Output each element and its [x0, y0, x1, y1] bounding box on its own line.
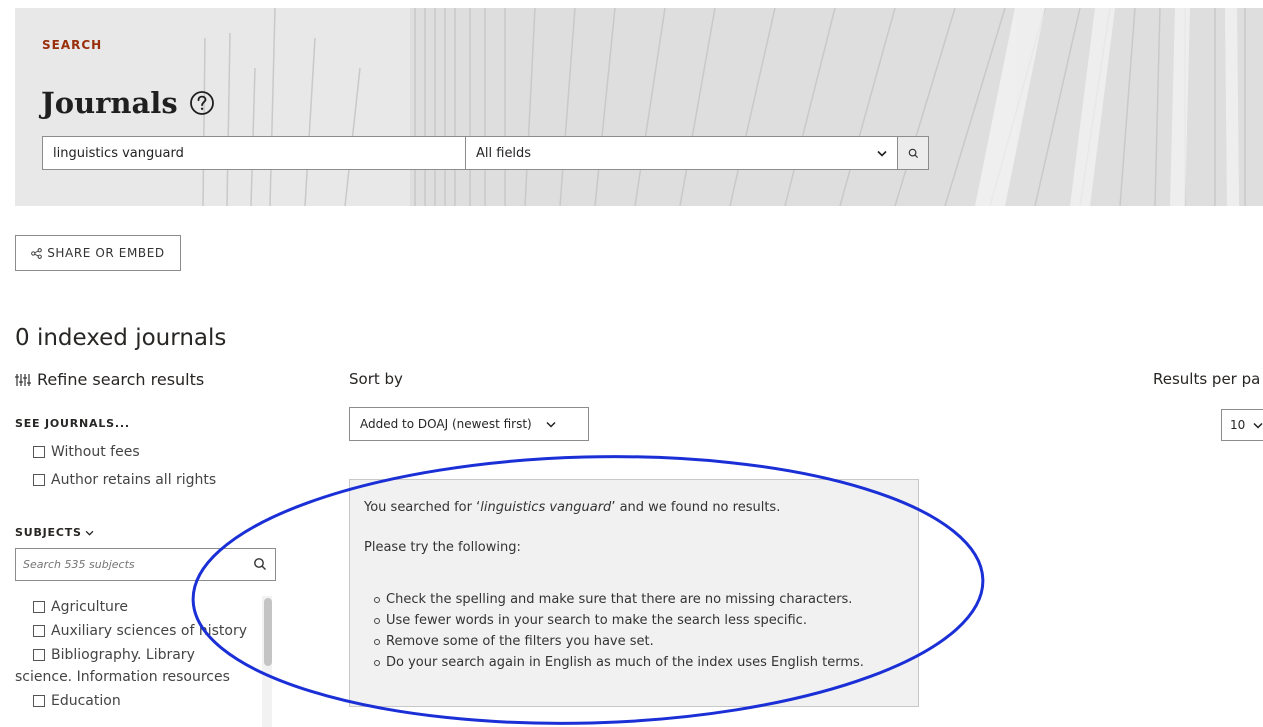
- subject-label-continued: science. Information resources: [15, 669, 230, 685]
- subject-search-input[interactable]: [16, 549, 246, 580]
- subjects-heading: SUBJECTS: [15, 526, 82, 539]
- search-icon: [908, 148, 918, 158]
- suggestion-text: Use fewer words in your search to make t…: [386, 613, 807, 628]
- bullet-icon: [374, 659, 380, 666]
- subject-list: Agriculture Auxiliary sciences of histor…: [15, 596, 260, 712]
- filter-author-retains-rights[interactable]: Author retains all rights: [33, 472, 216, 488]
- share-icon: [31, 247, 43, 259]
- subject-label: Auxiliary sciences of history: [51, 623, 247, 639]
- chevron-down-icon: [1253, 422, 1263, 429]
- help-icon[interactable]: [188, 89, 216, 117]
- subject-label: Agriculture: [51, 599, 128, 615]
- suggestion-item: Remove some of the filters you have set.: [374, 631, 904, 652]
- results-per-page-label: Results per pa: [1153, 370, 1261, 388]
- checkbox[interactable]: [33, 446, 45, 458]
- chevron-down-icon: [546, 421, 556, 428]
- filter-label: Author retains all rights: [51, 472, 217, 488]
- message-prefix: You searched for ‘: [364, 500, 481, 515]
- subject-item[interactable]: Bibliography. Library science. Informati…: [15, 644, 260, 688]
- subject-search-box: [15, 548, 276, 581]
- search-field-select-value: All fields: [476, 145, 532, 161]
- subject-scrollbar[interactable]: [264, 598, 272, 666]
- share-embed-button[interactable]: SHARE OR EMBED: [15, 235, 181, 271]
- subject-label: Bibliography. Library: [51, 647, 195, 663]
- suggestion-item: Do your search again in English as much …: [374, 652, 904, 673]
- refine-heading: Refine search results: [15, 370, 204, 389]
- suggestion-text: Do your search again in English as much …: [386, 655, 864, 670]
- results-per-page-select[interactable]: 10: [1221, 409, 1263, 441]
- sort-select-value: Added to DOAJ (newest first): [360, 417, 532, 431]
- subject-item[interactable]: Education: [15, 690, 260, 712]
- see-journals-heading: SEE JOURNALS...: [15, 417, 130, 430]
- subjects-toggle[interactable]: SUBJECTS: [15, 526, 94, 539]
- search-input[interactable]: [42, 136, 466, 170]
- filter-without-fees[interactable]: Without fees: [33, 444, 140, 460]
- no-results-panel: You searched for ‘linguistics vanguard’ …: [349, 479, 919, 707]
- chevron-down-icon: [85, 530, 94, 536]
- suggestions-intro: Please try the following:: [364, 540, 521, 555]
- sliders-icon: [15, 373, 31, 386]
- page-title-text: Journals: [41, 86, 178, 120]
- chevron-down-icon: [877, 150, 887, 157]
- no-results-message: You searched for ‘linguistics vanguard’ …: [364, 499, 904, 517]
- page-kicker: SEARCH: [42, 38, 103, 52]
- suggestion-text: Remove some of the filters you have set.: [386, 634, 654, 649]
- hero-banner: SEARCH Journals All fields: [15, 8, 1263, 206]
- searched-query: linguistics vanguard: [480, 500, 612, 515]
- suggestion-item: Check the spelling and make sure that th…: [374, 589, 904, 610]
- suggestions-list: Check the spelling and make sure that th…: [364, 589, 904, 673]
- subject-item[interactable]: Agriculture: [15, 596, 260, 618]
- sort-select[interactable]: Added to DOAJ (newest first): [349, 407, 589, 441]
- checkbox[interactable]: [33, 601, 45, 613]
- page-title: Journals: [41, 86, 216, 120]
- checkbox[interactable]: [33, 625, 45, 637]
- journal-search-bar: All fields: [42, 136, 929, 170]
- refine-label: Refine search results: [37, 370, 205, 389]
- search-icon[interactable]: [253, 557, 267, 571]
- suggestion-item: Use fewer words in your search to make t…: [374, 610, 904, 631]
- bullet-icon: [374, 617, 380, 624]
- checkbox[interactable]: [33, 695, 45, 707]
- results-per-page-value: 10: [1230, 418, 1246, 432]
- message-suffix: ’ and we found no results.: [611, 500, 781, 515]
- subject-item[interactable]: Auxiliary sciences of history: [15, 620, 260, 642]
- results-count: 0 indexed journals: [15, 325, 227, 351]
- suggestion-text: Check the spelling and make sure that th…: [386, 592, 853, 607]
- bullet-icon: [374, 596, 380, 603]
- sort-label: Sort by: [349, 370, 403, 388]
- filter-label: Without fees: [51, 444, 140, 460]
- checkbox[interactable]: [33, 474, 45, 486]
- subject-label: Education: [51, 693, 121, 709]
- search-button[interactable]: [898, 136, 929, 170]
- share-embed-label: SHARE OR EMBED: [47, 246, 165, 260]
- search-field-select[interactable]: All fields: [466, 136, 898, 170]
- bullet-icon: [374, 638, 380, 645]
- checkbox[interactable]: [33, 649, 45, 661]
